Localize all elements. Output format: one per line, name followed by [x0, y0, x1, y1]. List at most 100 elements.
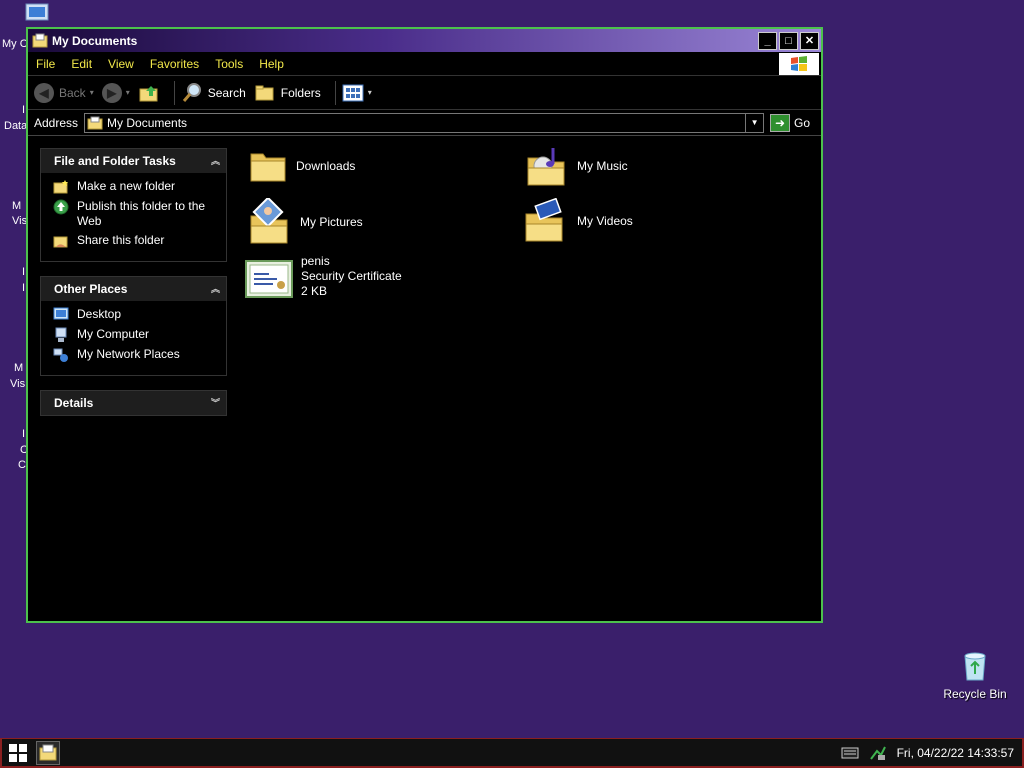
address-input[interactable]: My Documents ▼ [84, 112, 765, 133]
desktop-label-fragment: M [14, 362, 24, 374]
forward-arrow-icon: ▶ [101, 82, 122, 103]
file-item-certificate[interactable]: penis Security Certificate 2 KB [245, 254, 402, 299]
desktop-icon [53, 307, 69, 320]
content-area: File and Folder Tasks ︽ Make a new folde… [28, 138, 821, 621]
file-label: My Videos [577, 214, 633, 229]
recycle-bin-icon [964, 652, 986, 681]
taskbar-item-my-documents[interactable] [36, 740, 60, 765]
toolbar-separator [334, 80, 336, 105]
go-label: Go [794, 115, 811, 130]
desktop-label-fragment: M [12, 200, 22, 212]
task-share-folder[interactable]: Share this folder [53, 233, 226, 249]
desktop-label-fragment: C [18, 459, 26, 471]
file-type: Security Certificate [301, 269, 402, 283]
windows-start-icon [9, 743, 27, 762]
address-value: My Documents [107, 115, 188, 130]
address-dropdown-icon[interactable]: ▼ [745, 113, 763, 132]
address-label: Address [34, 115, 79, 130]
menu-tools[interactable]: Tools [207, 57, 251, 71]
keyboard-icon[interactable] [841, 747, 859, 759]
file-label: My Pictures [300, 215, 363, 230]
file-label: Downloads [296, 159, 355, 174]
forward-button[interactable]: ▶ ▾ [101, 82, 130, 103]
start-button[interactable] [4, 740, 32, 766]
share-folder-icon [53, 236, 68, 248]
search-label: Search [207, 85, 246, 100]
desktop-label-fragment: My C [2, 38, 28, 50]
file-item-downloads[interactable]: Downloads [248, 146, 355, 186]
file-name: penis [301, 254, 330, 268]
back-button[interactable]: ◀ Back ▾ [34, 82, 94, 103]
panel-title: Other Places [54, 282, 128, 296]
file-item-my-pictures[interactable]: My Pictures [248, 198, 363, 246]
windows-flag-icon [791, 56, 807, 71]
folders-button[interactable]: Folders [254, 83, 321, 103]
my-documents-icon [32, 33, 48, 47]
publish-web-icon [53, 199, 69, 215]
panel-title: File and Folder Tasks [54, 154, 176, 168]
file-label: penis Security Certificate 2 KB [301, 254, 402, 299]
search-button[interactable]: Search [181, 82, 246, 104]
file-name: Downloads [296, 158, 356, 173]
place-my-network-places[interactable]: My Network Places [53, 347, 226, 363]
close-button[interactable]: ✕ [800, 31, 819, 50]
toolbar-separator [173, 80, 175, 105]
task-label: Publish this folder to the Web [77, 199, 206, 228]
task-publish-folder[interactable]: Publish this folder to the Web [53, 199, 226, 229]
details-panel: Details ︾ [40, 390, 227, 416]
views-grid-icon [342, 84, 364, 101]
collapse-chevron-icon[interactable]: ︽ [211, 282, 220, 295]
window-title: My Documents [52, 33, 138, 48]
my-documents-icon [39, 744, 57, 760]
desktop-label-fragment: I [22, 266, 26, 278]
collapse-chevron-icon[interactable]: ︽ [211, 154, 220, 167]
place-label: Desktop [77, 307, 122, 321]
menu-help[interactable]: Help [251, 57, 292, 71]
recycle-bin-desktop-icon[interactable]: Recycle Bin [940, 648, 1010, 701]
title-bar[interactable]: My Documents _ □ ✕ [28, 29, 821, 52]
system-tray: Fri, 04/22/22 14:33:57 [841, 745, 1022, 761]
back-dropdown-icon[interactable]: ▾ [90, 88, 94, 97]
views-button[interactable]: ▾ [342, 84, 372, 102]
minimize-button[interactable]: _ [758, 31, 777, 50]
folders-icon [255, 85, 274, 100]
panel-title: Details [54, 396, 94, 410]
place-desktop[interactable]: Desktop [53, 307, 226, 323]
forward-dropdown-icon[interactable]: ▾ [126, 88, 130, 97]
file-item-my-music[interactable]: My Music [525, 144, 628, 188]
menu-edit[interactable]: Edit [63, 57, 100, 71]
desktop-label-fragment: Data [4, 120, 28, 132]
expand-chevron-icon[interactable]: ︾ [211, 396, 220, 409]
back-arrow-icon: ◀ [34, 82, 54, 103]
menu-view[interactable]: View [100, 57, 142, 71]
place-my-computer[interactable]: My Computer [53, 327, 226, 343]
go-button[interactable]: ➜ Go [770, 113, 811, 132]
file-name: My Videos [577, 213, 633, 228]
maximize-button[interactable]: □ [779, 31, 798, 50]
my-computer-desktop-icon[interactable] [24, 2, 52, 26]
menu-file[interactable]: File [28, 57, 63, 71]
network-icon[interactable] [869, 745, 887, 761]
clock[interactable]: Fri, 04/22/22 14:33:57 [897, 746, 1014, 760]
pictures-folder-icon [250, 198, 288, 244]
other-places-header[interactable]: Other Places ︽ [41, 277, 226, 301]
folders-label: Folders [280, 85, 321, 100]
file-name: My Pictures [300, 214, 363, 229]
desktop-label-fragment: Vis [10, 378, 26, 390]
desktop-label-fragment: I [22, 428, 26, 440]
back-label: Back [59, 85, 86, 100]
file-list: Downloads My Music My Pictures My Videos… [243, 138, 821, 621]
up-folder-icon [139, 85, 158, 101]
file-folder-tasks-header[interactable]: File and Folder Tasks ︽ [41, 149, 226, 173]
folder-icon [250, 153, 286, 182]
file-item-my-videos[interactable]: My Videos [523, 198, 633, 244]
taskbar: Fri, 04/22/22 14:33:57 [0, 738, 1024, 768]
desktop-label-fragment: I [22, 104, 26, 116]
up-folder-button[interactable] [138, 82, 160, 104]
task-label: Make a new folder [77, 179, 176, 193]
menu-favorites[interactable]: Favorites [142, 57, 207, 71]
task-make-new-folder[interactable]: Make a new folder [53, 179, 226, 195]
views-dropdown-icon[interactable]: ▾ [368, 88, 372, 97]
certificate-icon [245, 259, 293, 298]
details-header[interactable]: Details ︾ [41, 391, 226, 415]
